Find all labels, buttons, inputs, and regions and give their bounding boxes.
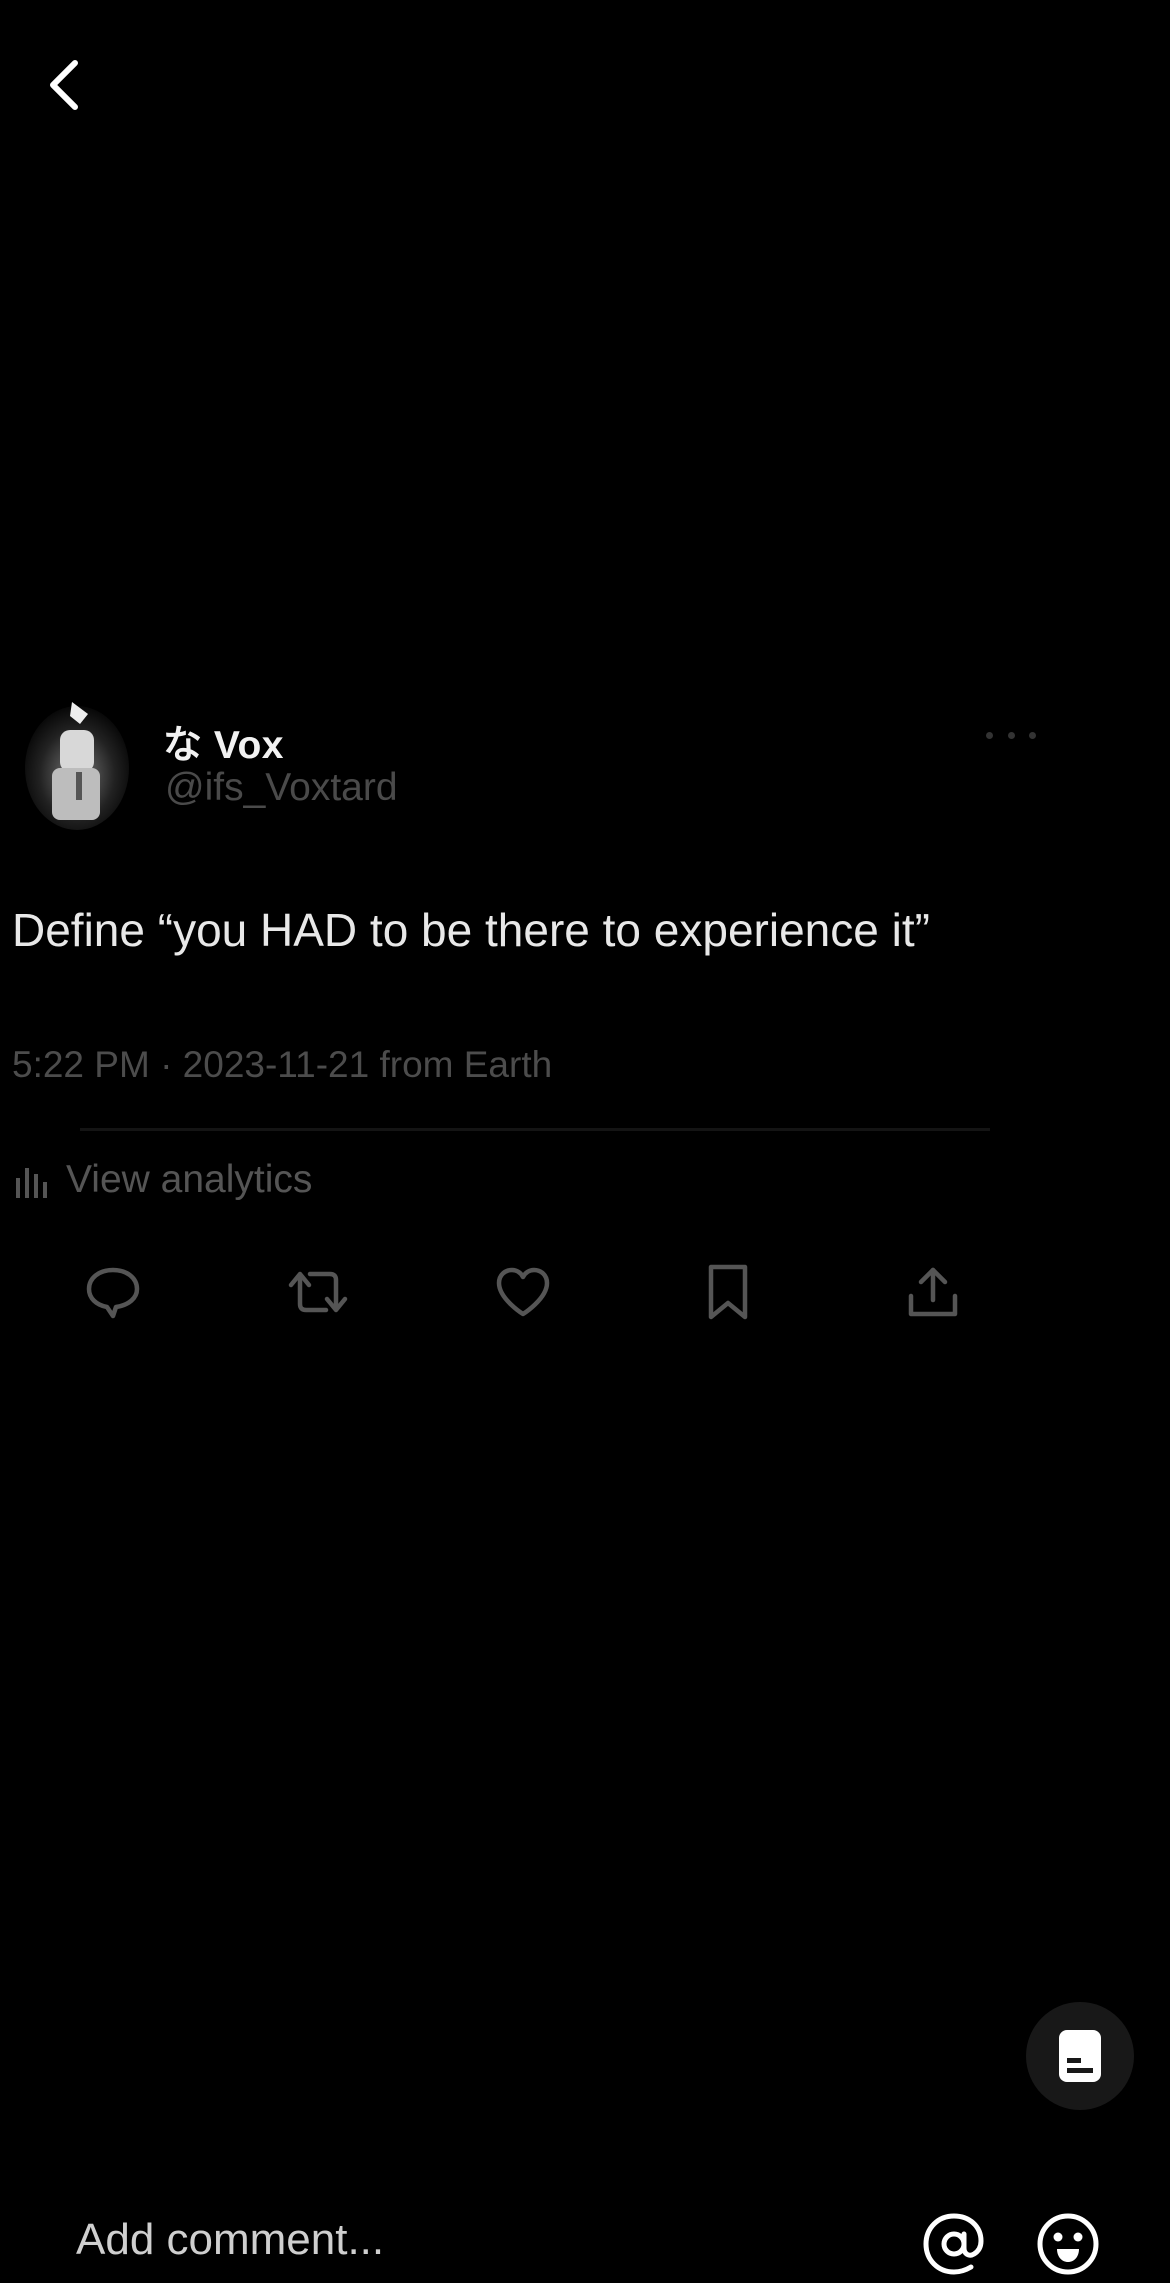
back-button[interactable] [40, 50, 90, 120]
share-upload-icon [908, 1267, 958, 1317]
user-handle[interactable]: @ifs_Voxtard [165, 766, 398, 810]
reply-button[interactable] [78, 1257, 148, 1327]
share-button[interactable] [898, 1257, 968, 1327]
add-comment-input[interactable] [60, 2200, 912, 2280]
more-options-button[interactable] [986, 720, 1036, 750]
emoji-icon [1037, 2213, 1099, 2275]
document-icon [1059, 2030, 1101, 2082]
avatar[interactable] [22, 690, 132, 830]
emoji-button[interactable] [1032, 2208, 1104, 2280]
view-analytics-label: View analytics [66, 1158, 313, 1201]
chevron-left-icon [50, 60, 78, 110]
display-name[interactable]: な Vox [163, 714, 284, 770]
heart-icon [496, 1267, 550, 1317]
like-button[interactable] [488, 1257, 558, 1327]
document-fab-button[interactable] [1026, 2002, 1134, 2110]
comment-bubble-icon [86, 1267, 140, 1319]
divider [80, 1128, 990, 1131]
more-horizontal-icon [986, 731, 993, 739]
at-sign-icon [923, 2213, 984, 2275]
repost-button[interactable] [283, 1257, 353, 1327]
view-analytics-link[interactable]: View analytics [12, 1158, 312, 1202]
bookmark-icon [708, 1264, 748, 1320]
bookmark-button[interactable] [693, 1257, 763, 1327]
mention-button[interactable] [918, 2208, 990, 2280]
post-timestamp: 5:22 PM · 2023-11-21 from Earth [12, 1044, 553, 1085]
repost-icon [288, 1271, 348, 1313]
more-horizontal-icon [1029, 731, 1036, 739]
more-horizontal-icon [1007, 731, 1015, 739]
post-text: Define “you HAD to be there to experienc… [12, 904, 930, 956]
bar-chart-icon [16, 1168, 47, 1198]
